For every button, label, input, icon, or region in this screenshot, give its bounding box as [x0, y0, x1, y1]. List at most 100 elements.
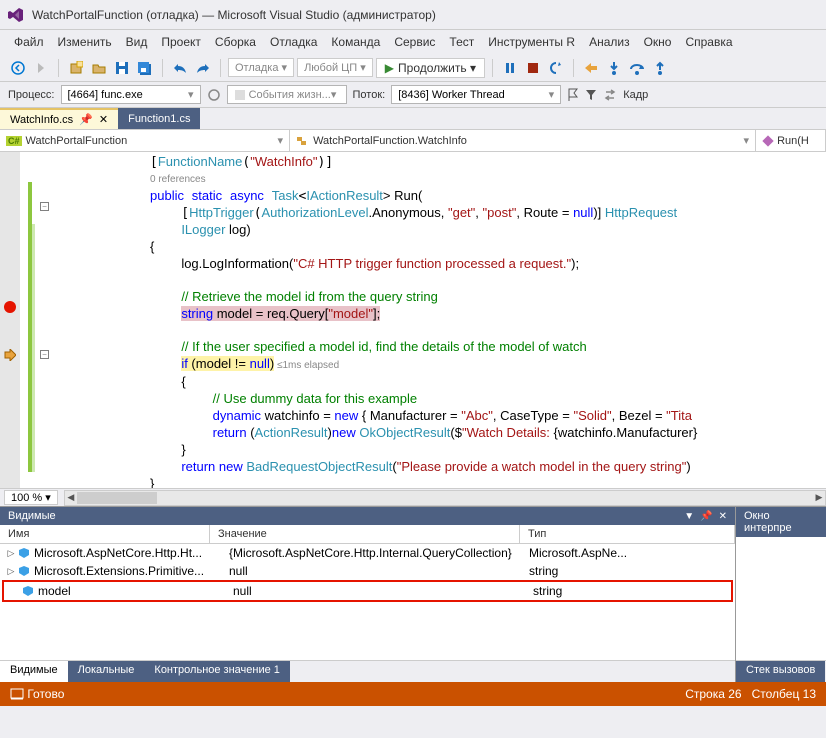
- save-button[interactable]: [112, 57, 132, 79]
- menu-team[interactable]: Команда: [325, 33, 386, 51]
- menu-file[interactable]: Файл: [8, 33, 50, 51]
- process-field[interactable]: [4664] func.exe▾: [61, 85, 201, 104]
- window-title: WatchPortalFunction (отладка) — Microsof…: [32, 8, 436, 22]
- method-icon: [762, 135, 774, 147]
- open-button[interactable]: [89, 57, 109, 79]
- locals-panel-header[interactable]: Видимые ▼ 📌 ✕: [0, 507, 735, 525]
- code-navbar: C# WatchPortalFunction▾ WatchPortalFunct…: [0, 130, 826, 152]
- nav-project[interactable]: C# WatchPortalFunction▾: [0, 130, 290, 151]
- menu-debug[interactable]: Отладка: [264, 33, 323, 51]
- process-refresh-button[interactable]: [207, 88, 221, 102]
- show-next-stmt-button[interactable]: [581, 57, 601, 79]
- locals-panel: Видимые ▼ 📌 ✕ Имя Значение Тип ▷ Microso…: [0, 507, 736, 682]
- ptab-callstack[interactable]: Стек вызовов: [736, 661, 825, 682]
- var-row-highlighted[interactable]: model null string: [2, 580, 733, 602]
- thread-field[interactable]: [8436] Worker Thread▾: [391, 85, 561, 104]
- thread-filter-button[interactable]: [585, 89, 597, 101]
- undo-button[interactable]: [170, 57, 190, 79]
- variable-icon: [22, 586, 34, 596]
- nav-method[interactable]: Run(H: [756, 130, 826, 151]
- step-over-button[interactable]: [627, 57, 647, 79]
- tab-label: Function1.cs: [128, 113, 190, 125]
- nav-fwd-button[interactable]: [31, 57, 51, 79]
- menu-project[interactable]: Проект: [155, 33, 207, 51]
- ptab-watch1[interactable]: Контрольное значение 1: [144, 661, 290, 682]
- config-dropdown[interactable]: Отладка ▾: [228, 58, 294, 77]
- immediate-body[interactable]: [736, 537, 826, 660]
- locals-body[interactable]: ▷ Microsoft.AspNetCore.Http.Ht... {Micro…: [0, 544, 735, 660]
- continue-button[interactable]: ▶Продолжить ▾: [376, 58, 485, 78]
- status-ready: Готово: [27, 687, 64, 701]
- ptab-locals[interactable]: Локальные: [68, 661, 145, 682]
- panel-area: Видимые ▼ 📌 ✕ Имя Значение Тип ▷ Microso…: [0, 506, 826, 682]
- platform-dropdown[interactable]: Любой ЦП ▾: [297, 58, 373, 77]
- tab-function1[interactable]: Function1.cs: [118, 108, 200, 129]
- panel-title: Видимые: [8, 510, 56, 522]
- immediate-panel: Окно интерпре Стек вызовов: [736, 507, 826, 682]
- redo-button[interactable]: [193, 57, 213, 79]
- scroll-right-icon[interactable]: ▶: [813, 491, 825, 505]
- col-value[interactable]: Значение: [210, 525, 520, 543]
- nav-class[interactable]: WatchPortalFunction.WatchInfo▾: [290, 130, 756, 151]
- thread-swap-button[interactable]: [603, 89, 617, 101]
- menu-tools[interactable]: Сервис: [388, 33, 441, 51]
- new-project-button[interactable]: [66, 57, 86, 79]
- locals-tabstrip: Видимые Локальные Контрольное значение 1: [0, 660, 735, 682]
- process-label: Процесс:: [8, 89, 55, 101]
- save-all-button[interactable]: [135, 57, 155, 79]
- locals-columns: Имя Значение Тип: [0, 525, 735, 544]
- menu-view[interactable]: Вид: [120, 33, 154, 51]
- menu-build[interactable]: Сборка: [209, 33, 262, 51]
- close-icon[interactable]: ✕: [99, 113, 108, 126]
- col-name[interactable]: Имя: [0, 525, 210, 543]
- code-content[interactable]: [FunctionName("WatchInfo")] 0 references…: [50, 152, 826, 488]
- panel-dropdown-icon[interactable]: ▼: [684, 511, 694, 522]
- var-row[interactable]: ▷ Microsoft.Extensions.Primitive... null…: [0, 562, 735, 580]
- stop-button[interactable]: [523, 57, 543, 79]
- immediate-panel-header[interactable]: Окно интерпре: [736, 507, 826, 537]
- outline-collapse-icon[interactable]: −: [40, 350, 49, 359]
- statusbar: Готово Строка 26 Столбец 13: [0, 682, 826, 706]
- step-out-button[interactable]: [650, 57, 670, 79]
- col-type[interactable]: Тип: [520, 525, 735, 543]
- pause-button[interactable]: [500, 57, 520, 79]
- editor-tabstrip: WatchInfo.cs 📌 ✕ Function1.cs: [0, 108, 826, 130]
- panel-pin-icon[interactable]: 📌: [700, 511, 712, 522]
- class-icon: [296, 135, 310, 147]
- thread-flag-button[interactable]: [567, 88, 579, 102]
- restart-button[interactable]: [546, 57, 566, 79]
- tab-watchinfo[interactable]: WatchInfo.cs 📌 ✕: [0, 108, 118, 129]
- zoom-dropdown[interactable]: 100 % ▾: [4, 490, 58, 505]
- editor-gutter[interactable]: − −: [0, 152, 50, 488]
- main-toolbar: Отладка ▾ Любой ЦП ▾ ▶Продолжить ▾: [0, 54, 826, 82]
- menu-test[interactable]: Тест: [443, 33, 480, 51]
- lifecycle-events-field[interactable]: События жизн...▾: [227, 85, 347, 104]
- scroll-thumb[interactable]: [77, 492, 157, 504]
- ptab-autos[interactable]: Видимые: [0, 661, 68, 682]
- menu-rtools[interactable]: Инструменты R: [482, 33, 581, 51]
- expand-icon[interactable]: ▷: [4, 548, 18, 559]
- menubar: Файл Изменить Вид Проект Сборка Отладка …: [0, 30, 826, 54]
- horizontal-scrollbar[interactable]: ◀ ▶: [64, 490, 826, 506]
- variable-icon: [18, 548, 30, 558]
- code-editor[interactable]: − − [FunctionName("WatchInfo")] 0 refere…: [0, 152, 826, 488]
- panel-close-icon[interactable]: ✕: [719, 511, 727, 522]
- menu-analyze[interactable]: Анализ: [583, 33, 636, 51]
- menu-edit[interactable]: Изменить: [52, 33, 118, 51]
- nav-back-button[interactable]: [8, 57, 28, 79]
- frame-label: Кадр: [623, 89, 648, 101]
- scroll-left-icon[interactable]: ◀: [65, 491, 77, 505]
- csharp-icon: C#: [6, 136, 22, 146]
- breakpoint-icon[interactable]: [4, 301, 16, 313]
- editor-footer: 100 % ▾ ◀ ▶: [0, 488, 826, 506]
- menu-help[interactable]: Справка: [679, 33, 738, 51]
- pin-icon[interactable]: 📌: [79, 113, 93, 126]
- titlebar: WatchPortalFunction (отладка) — Microsof…: [0, 0, 826, 30]
- outline-collapse-icon[interactable]: −: [40, 202, 49, 211]
- thread-label: Поток:: [353, 89, 386, 101]
- expand-icon[interactable]: ▷: [4, 566, 18, 577]
- var-row[interactable]: ▷ Microsoft.AspNetCore.Http.Ht... {Micro…: [0, 544, 735, 562]
- step-into-button[interactable]: [604, 57, 624, 79]
- variable-icon: [18, 566, 30, 576]
- menu-window[interactable]: Окно: [638, 33, 678, 51]
